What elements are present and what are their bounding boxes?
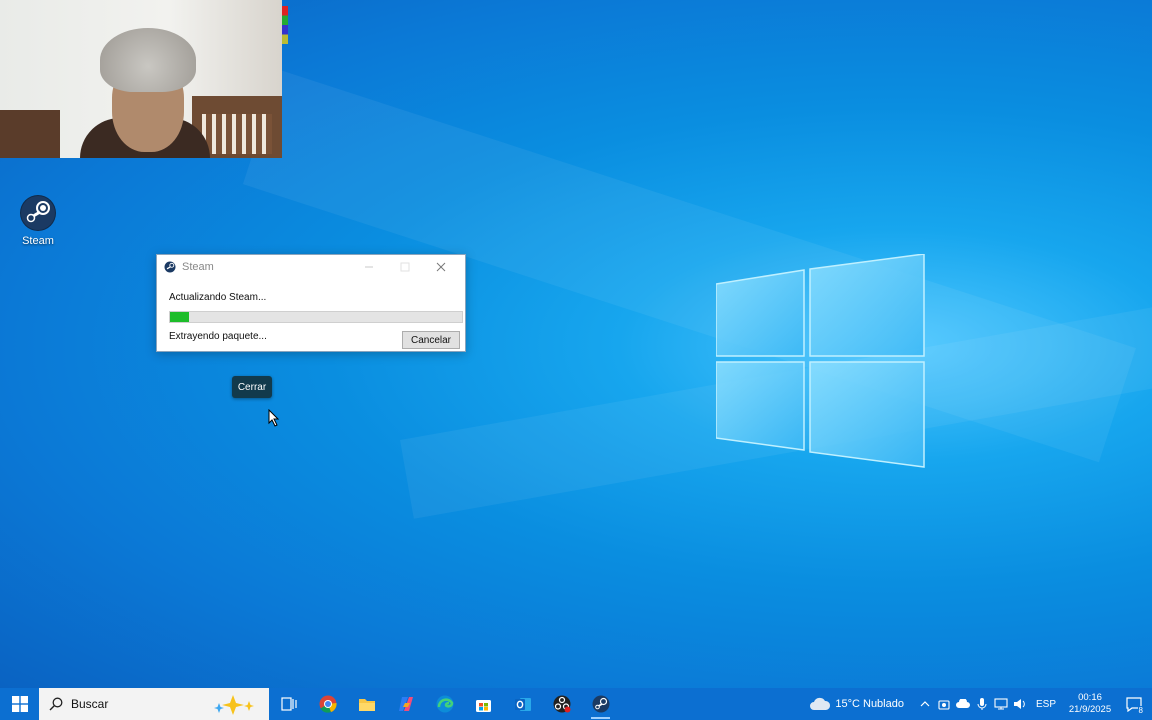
mouse-cursor-icon — [268, 409, 280, 427]
search-highlight-sparkle-icon — [214, 695, 254, 715]
taskbar-app-outlook[interactable] — [503, 688, 542, 720]
desktop-icon-steam[interactable]: Steam — [14, 195, 62, 247]
update-status-text: Actualizando Steam... — [169, 292, 267, 303]
title-bar[interactable]: Steam — [157, 255, 465, 279]
steam-icon — [164, 261, 176, 273]
notification-center-button[interactable]: 8 — [1116, 688, 1152, 720]
weather-widget[interactable]: 15°C Nublado — [809, 697, 904, 711]
minimize-button[interactable] — [351, 255, 387, 279]
edge-icon — [436, 695, 453, 713]
update-progress-bar — [169, 311, 463, 323]
chevron-up-icon — [921, 701, 930, 707]
desktop: Steam Steam Actualizando Steam... Extray… — [0, 0, 1152, 688]
webcam-overlay — [0, 0, 282, 158]
store-icon — [476, 699, 491, 712]
maximize-button[interactable] — [387, 255, 423, 279]
obs-icon — [553, 695, 570, 713]
windows-start-icon — [11, 696, 28, 712]
taskbar-app-store[interactable] — [464, 688, 503, 720]
steam-icon — [20, 195, 56, 231]
taskbar-search-box[interactable]: Buscar — [39, 688, 269, 720]
search-icon — [49, 697, 63, 711]
cloud-icon — [810, 697, 831, 710]
microphone-icon — [977, 698, 987, 710]
close-tooltip: Cerrar — [232, 376, 272, 398]
outlook-icon — [514, 697, 531, 711]
desktop-icon-label: Steam — [22, 235, 54, 247]
partial-desktop-icon — [282, 6, 288, 44]
tray-onedrive[interactable] — [954, 699, 973, 709]
progress-fill — [170, 312, 190, 322]
onedrive-cloud-icon — [956, 699, 971, 708]
weather-text: 15°C Nublado — [835, 698, 904, 710]
taskbar-app-copilot[interactable] — [386, 688, 425, 720]
speaker-icon — [1014, 699, 1026, 709]
tray-network[interactable] — [992, 698, 1011, 710]
minimize-icon — [365, 266, 373, 268]
cancel-button[interactable]: Cancelar — [402, 331, 460, 349]
window-title: Steam — [182, 261, 214, 273]
taskbar-app-chrome[interactable] — [308, 688, 347, 720]
clock[interactable]: 00:16 21/9/2025 — [1064, 692, 1116, 716]
taskbar-app-obs[interactable] — [542, 688, 581, 720]
close-button[interactable] — [423, 255, 459, 279]
language-indicator[interactable]: ESP — [1036, 699, 1056, 710]
show-hidden-icons-button[interactable] — [916, 701, 935, 707]
taskbar-app-steam[interactable] — [581, 688, 620, 720]
search-placeholder: Buscar — [71, 697, 109, 711]
task-view-button[interactable] — [269, 688, 308, 720]
steam-update-dialog: Steam Actualizando Steam... Extrayendo p… — [156, 254, 466, 352]
system-tray: 15°C Nublado ESP 00:16 21/9/2025 8 — [809, 688, 1152, 720]
notification-count: 8 — [1137, 706, 1144, 715]
maximize-icon — [400, 262, 410, 272]
copilot-icon — [398, 697, 413, 711]
task-view-icon — [280, 697, 297, 711]
tray-camera-app[interactable] — [935, 698, 954, 710]
clock-date: 21/9/2025 — [1068, 704, 1112, 715]
file-explorer-icon — [358, 698, 375, 711]
chrome-icon — [319, 695, 337, 713]
clock-time: 00:16 — [1078, 692, 1102, 703]
windows-logo-wallpaper — [716, 254, 925, 468]
tray-volume[interactable] — [1011, 698, 1030, 710]
taskbar-app-file-explorer[interactable] — [347, 688, 386, 720]
extract-status-text: Extrayendo paquete... — [169, 331, 267, 342]
camera-icon — [938, 700, 951, 710]
taskbar: Buscar 15°C Nublado ESP 00:16 21/9/2025 … — [0, 688, 1152, 720]
taskbar-app-edge[interactable] — [425, 688, 464, 720]
network-icon — [994, 698, 1009, 710]
close-icon — [436, 262, 446, 272]
steam-icon — [592, 695, 609, 713]
tray-microphone[interactable] — [973, 697, 992, 711]
start-button[interactable] — [0, 688, 39, 720]
